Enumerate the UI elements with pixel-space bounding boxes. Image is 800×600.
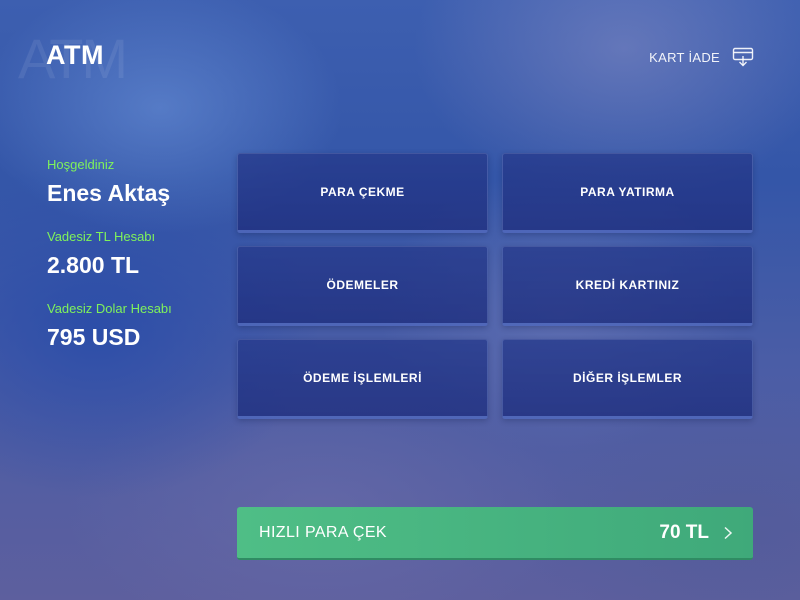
card-return-button[interactable]: KART İADE [649, 46, 754, 68]
menu-button-label: ÖDEME İŞLEMLERİ [303, 371, 422, 385]
account-balance-tl: 2.800 TL [47, 252, 140, 278]
withdraw-cash-button[interactable]: PARA ÇEKME [237, 153, 488, 233]
atm-logo: ATM [46, 40, 104, 70]
menu-button-label: ÖDEMELER [326, 278, 399, 292]
quick-withdraw-amount: 70 TL [659, 521, 709, 543]
deposit-cash-button[interactable]: PARA YATIRMA [502, 153, 753, 233]
greeting-text: Hoşgeldiniz [47, 157, 115, 172]
user-name: Enes Aktaş [47, 180, 171, 206]
card-eject-icon [732, 47, 754, 67]
payments-button[interactable]: ÖDEMELER [237, 246, 488, 326]
card-return-label: KART İADE [649, 49, 720, 65]
quick-withdraw-button[interactable]: HIZLI PARA ÇEK 70 TL [237, 507, 753, 560]
menu-button-label: PARA YATIRMA [580, 185, 675, 199]
quick-withdraw-label: HIZLI PARA ÇEK [259, 523, 388, 541]
chevron-right-icon [724, 526, 733, 539]
account-label-tl: Vadesiz TL Hesabı [47, 229, 156, 244]
quick-withdraw-amount-group: 70 TL [659, 522, 733, 544]
other-transactions-button[interactable]: DİĞER İŞLEMLER [502, 339, 753, 419]
account-balance-usd: 795 USD [47, 324, 141, 350]
credit-card-button[interactable]: KREDİ KARTINIZ [502, 246, 753, 326]
account-label-usd: Vadesiz Dolar Hesabı [47, 301, 172, 316]
account-info-panel: Hoşgeldiniz Enes Aktaş Vadesiz TL Hesabı… [47, 156, 172, 372]
menu-button-label: PARA ÇEKME [320, 185, 405, 199]
menu-button-label: DİĞER İŞLEMLER [572, 371, 682, 385]
payment-transactions-button[interactable]: ÖDEME İŞLEMLERİ [237, 339, 488, 419]
transaction-menu: PARA ÇEKME PARA YATIRMA ÖDEMELER KREDİ K… [237, 153, 753, 419]
menu-button-label: KREDİ KARTINIZ [575, 278, 680, 292]
